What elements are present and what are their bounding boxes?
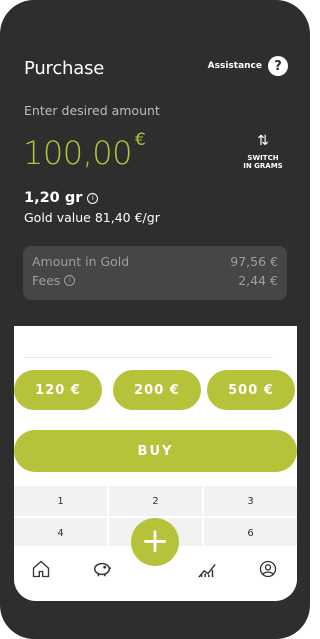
key-4[interactable]: 4 [14,518,107,548]
fees-label-group: Fees i [32,273,76,288]
help-icon[interactable]: ? [268,56,288,76]
amount-in-gold-row: Amount in Gold 97,56 € [32,254,278,269]
preset-amounts: 120 € 200 € 500 € [14,370,297,410]
add-button[interactable]: + [131,518,179,566]
chart-icon[interactable] [194,556,220,582]
home-icon[interactable] [28,556,54,582]
preset-200-button[interactable]: 200 € [113,370,201,410]
switch-units-button[interactable]: ⇅ SWITCH IN GRAMS [238,134,288,170]
purchase-sheet: 120 € 200 € 500 € BUY 1 2 3 4 5 6 [14,326,297,601]
enter-amount-label: Enter desired amount [24,103,160,118]
amount-input[interactable]: 100,00 [23,134,132,172]
gold-value: Gold value 81,40 €/gr [24,210,160,225]
page-title: Purchase [24,58,105,79]
key-2[interactable]: 2 [109,486,202,516]
purchase-header-area: Purchase Assistance ? Enter desired amou… [10,14,300,332]
buy-button[interactable]: BUY [14,430,297,472]
assistance-label: Assistance [207,61,262,71]
grams-amount: 1,20 gr i [24,190,99,206]
amount-in-gold-label: Amount in Gold [32,254,130,269]
key-6[interactable]: 6 [204,518,297,548]
key-1[interactable]: 1 [14,486,107,516]
phone-frame: Purchase Assistance ? Enter desired amou… [0,0,310,639]
fees-value: 2,44 € [238,273,278,288]
plus-icon: + [140,521,170,561]
switch-arrows-icon: ⇅ [257,133,269,149]
preset-120-button[interactable]: 120 € [14,370,102,410]
switch-label: SWITCH IN GRAMS [243,154,283,170]
currency-symbol: € [135,130,146,150]
fees-label: Fees [32,273,61,288]
grams-value: 1,20 gr [24,190,83,206]
key-3[interactable]: 3 [204,486,297,516]
assistance-button[interactable]: Assistance ? [208,56,288,76]
profile-icon[interactable] [255,556,281,582]
info-icon[interactable]: i [87,192,99,204]
amount-in-gold-value: 97,56 € [230,254,278,269]
summary-panel: Amount in Gold 97,56 € Fees i 2,44 € [23,246,287,300]
fees-row: Fees i 2,44 € [32,273,278,288]
preset-500-button[interactable]: 500 € [207,370,295,410]
piggy-bank-icon[interactable] [89,556,115,582]
fees-info-icon[interactable]: i [64,275,76,286]
divider [24,357,273,358]
